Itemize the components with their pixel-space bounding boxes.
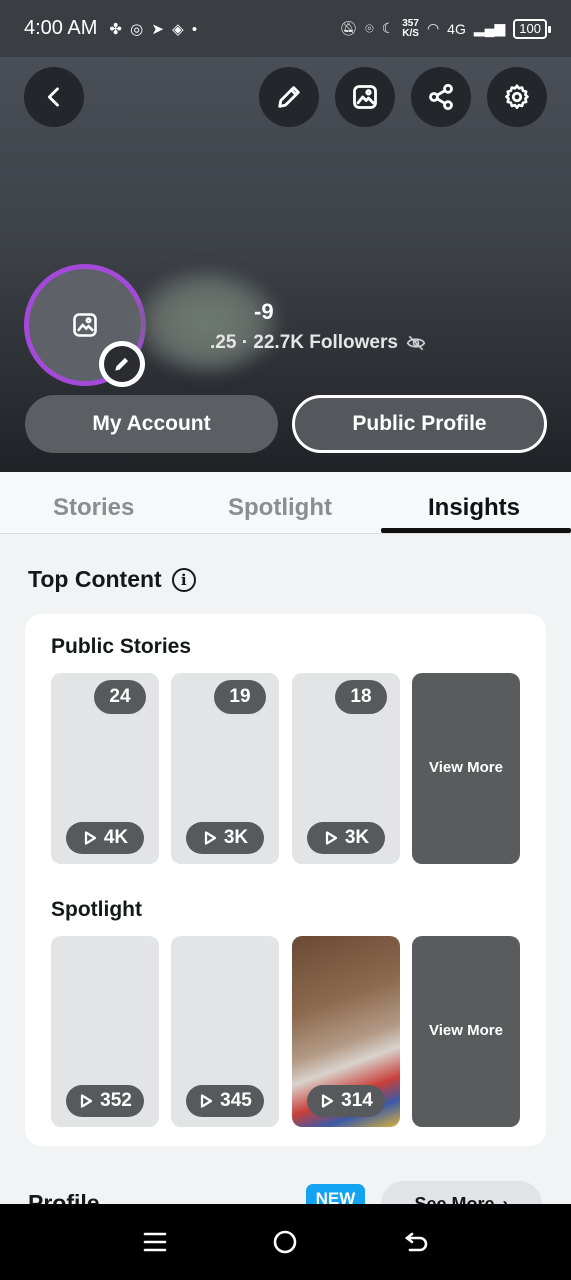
back-arrow-icon [404,1232,428,1252]
moon-icon: ☾ [381,20,395,36]
network-speed: 357 K/S [402,17,419,39]
spotlight-label: Spotlight [51,898,142,921]
new-badge: NEW [306,1184,365,1204]
pencil-icon [278,86,300,108]
play-icon [201,1094,213,1108]
stories-view-more-tile[interactable]: View More [412,673,520,864]
story-count-badge: 18 [335,680,387,714]
story-tile[interactable]: 18 3K [292,673,400,864]
story-count-badge: 19 [214,680,266,714]
tab-stories[interactable]: Stories [53,494,134,522]
signal-icon: ▂▄▆ [473,20,506,36]
profile-header: -9 .25 · 22.7K Followers My Account Publ… [0,57,571,472]
play-icon [322,1094,334,1108]
play-icon [204,831,216,845]
profile-name: -9 [254,299,274,324]
story-tile[interactable]: 19 3K [171,673,279,864]
back-nav-button[interactable] [396,1222,436,1262]
spotlight-tile[interactable]: 314 [292,936,400,1127]
profile-tabs: Stories Spotlight Insights [0,472,571,534]
my-account-button[interactable]: My Account [25,395,278,453]
see-more-button[interactable]: See More › [381,1181,542,1204]
spotlight-tile[interactable]: 352 [51,936,159,1127]
location-icon: ⌾ [365,20,374,36]
share-icon [429,83,453,111]
chevron-right-icon: › [502,1193,509,1205]
chevron-left-icon [47,87,59,107]
tab-insights[interactable]: Insights [428,494,520,522]
wifi-icon: ◠ [426,20,440,36]
pencil-icon [115,357,129,371]
battery-indicator: 100 [513,18,551,39]
back-button[interactable] [24,67,84,127]
views-badge: 345 [186,1085,264,1117]
share-button[interactable] [411,67,471,127]
avatar-edit-button[interactable] [99,341,145,387]
status-time: 4:00 AM [24,17,98,39]
play-icon [81,1094,93,1108]
view-more-label: View More [429,759,503,776]
profile-stats: .25 · 22.7K Followers [210,332,426,354]
menu-icon [143,1232,167,1252]
play-icon [325,831,337,845]
network-type: 4G [447,20,466,37]
story-tile[interactable]: 24 4K [51,673,159,864]
top-content-card: Public Stories 24 4K 19 3K 18 3K View Mo… [25,614,546,1146]
gear-icon [505,84,529,109]
recents-button[interactable] [135,1222,175,1262]
circle-icon [274,1230,297,1254]
notification-icons: ✤ ◎ ➤ ◈ • [109,20,200,38]
home-button[interactable] [265,1222,305,1262]
views-badge: 314 [307,1085,385,1117]
public-profile-button[interactable]: Public Profile [292,395,547,453]
tab-spotlight[interactable]: Spotlight [228,494,332,522]
active-tab-indicator [381,528,571,533]
story-count-badge: 24 [94,680,146,714]
mute-icon: 🔕︎ [339,20,358,36]
image-icon [73,313,97,337]
spotlight-view-more-tile[interactable]: View More [412,936,520,1127]
bitmoji-button[interactable] [335,67,395,127]
system-nav-bar [0,1204,571,1280]
spotlight-tile[interactable]: 345 [171,936,279,1127]
status-bar: 4:00 AM ✤ ◎ ➤ ◈ • 🔕︎ ⌾ ☾ 357 K/S ◠ 4G ▂▄… [0,0,571,57]
views-badge: 3K [186,822,264,854]
profile-section-peek: Profile NEW See More › [0,1178,571,1204]
eye-off-icon[interactable] [406,333,426,353]
views-badge: 3K [307,822,385,854]
image-icon [353,85,377,109]
play-icon [84,831,96,845]
profile-section-title: Profile [28,1190,100,1204]
view-more-label: View More [429,1022,503,1039]
settings-button[interactable] [487,67,547,127]
views-badge: 4K [66,822,144,854]
public-stories-label: Public Stories [51,635,192,658]
edit-button[interactable] [259,67,319,127]
views-badge: 352 [66,1085,144,1117]
info-icon[interactable]: i [171,567,196,592]
top-content-heading: Top Content i [28,566,196,593]
